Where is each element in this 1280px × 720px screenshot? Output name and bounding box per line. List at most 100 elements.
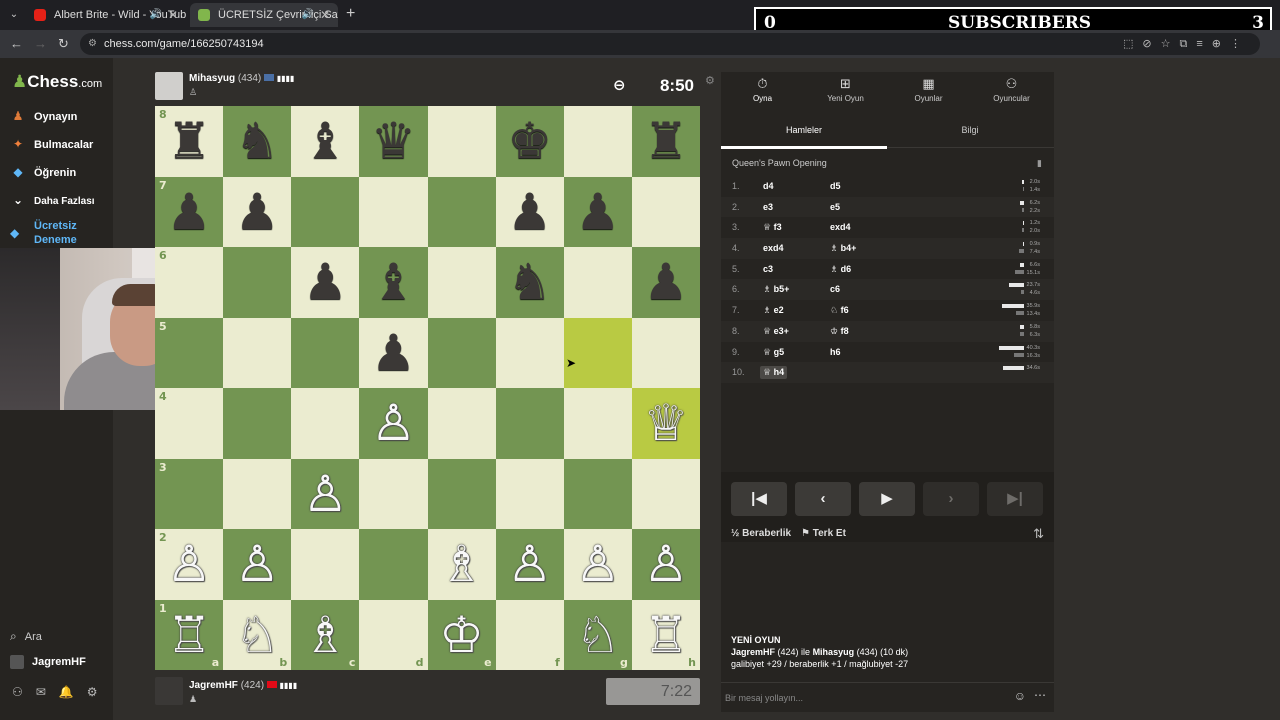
top-player-name[interactable]: Mihasyug (434) ▮▮▮▮ <box>189 73 294 84</box>
square-a4[interactable]: 4 <box>155 388 224 459</box>
square-f2[interactable]: ♙ <box>495 529 564 600</box>
square-f1[interactable]: f <box>495 599 564 670</box>
black-move[interactable]: c6 <box>830 284 840 294</box>
square-c4[interactable] <box>291 388 360 459</box>
square-d6[interactable]: ♝ <box>359 247 428 318</box>
audio-icon[interactable]: 🔊 <box>150 3 162 27</box>
settings-gear-icon[interactable]: ⚙ <box>705 74 715 87</box>
white-move[interactable]: exd4 <box>763 243 784 253</box>
square-d7[interactable] <box>359 176 428 247</box>
square-b4[interactable] <box>223 388 292 459</box>
square-a2[interactable]: 2 ♙ <box>155 529 224 600</box>
sidebar-bottom-icons[interactable]: ⚇✉🔔⚙ <box>12 685 111 699</box>
chess-piece[interactable]: ♖ <box>167 610 212 660</box>
back-icon[interactable]: ← <box>10 36 23 51</box>
square-h1[interactable]: h ♖ <box>631 599 700 670</box>
white-move[interactable]: ♗ b5+ <box>763 284 789 295</box>
chess-piece[interactable]: ♟ <box>303 257 348 307</box>
black-move[interactable]: h6 <box>830 347 841 357</box>
forward-icon[interactable]: → <box>34 36 47 51</box>
black-move[interactable]: ♗ d6 <box>830 264 851 275</box>
square-a7[interactable]: 7 ♟ <box>155 176 224 247</box>
last-move-button[interactable]: ▶| <box>987 482 1043 516</box>
square-c5[interactable] <box>291 317 360 388</box>
square-c8[interactable]: ♝ <box>291 106 360 177</box>
square-e1[interactable]: e ♔ <box>427 599 496 670</box>
square-f5[interactable] <box>495 317 564 388</box>
square-e4[interactable] <box>427 388 496 459</box>
square-a8[interactable]: 8 ♜ <box>155 106 224 177</box>
tab-play[interactable]: ⏱ Oyna <box>721 76 804 103</box>
white-move[interactable]: ♕ g5 <box>763 347 784 358</box>
square-d3[interactable] <box>359 458 428 529</box>
black-move[interactable]: ♘ f6 <box>830 305 849 316</box>
square-c7[interactable] <box>291 176 360 247</box>
previous-move-button[interactable]: ‹ <box>795 482 851 516</box>
square-e2[interactable]: ♗ <box>427 529 496 600</box>
free-trial-link[interactable]: Ücretsiz Deneme <box>34 219 77 247</box>
tab-players[interactable]: ⚇ Oyuncular <box>970 76 1053 103</box>
new-tab-plus-icon[interactable]: + <box>346 5 355 23</box>
book-icon[interactable]: ▮ <box>1037 158 1042 169</box>
audio-icon[interactable]: 🔊 <box>302 3 314 27</box>
square-h5[interactable] <box>631 317 700 388</box>
tab-list-chevron-icon[interactable]: ⌄ <box>6 7 22 23</box>
chess-board[interactable]: 8 ♜ ♞ ♝ ♛ ♚ ♜ 7 ♟ ♟ ♟ ♟ 6 ♟ ♝ ♞ ♟ 5 ♟ 4 ♙ ♕ 3 ♙ 2 ♙ ♙ ♗ ♙ ♙ ♙ 1 a ♖ b ♘ c ♗ d e… <box>155 106 700 670</box>
square-h4[interactable]: ♕ <box>631 388 700 459</box>
chess-piece[interactable]: ♟ <box>644 257 689 307</box>
close-tab-icon[interactable]: ✕ <box>168 3 178 27</box>
square-g8[interactable] <box>563 106 632 177</box>
square-f8[interactable]: ♚ <box>495 106 564 177</box>
square-e6[interactable] <box>427 247 496 318</box>
black-move[interactable]: exd4 <box>830 222 851 232</box>
chat-input[interactable] <box>725 689 995 707</box>
square-b6[interactable] <box>223 247 292 318</box>
black-move[interactable]: ♔ f8 <box>830 326 849 337</box>
white-move[interactable]: ♕ e3+ <box>763 326 789 337</box>
square-g6[interactable] <box>563 247 632 318</box>
draw-button[interactable]: ½ Beraberlik <box>731 528 791 539</box>
browser-tab-chess[interactable]: ÜCRETSİZ Çevrimiçi Satranç 🔊 ✕ <box>190 3 338 27</box>
chess-piece[interactable]: ♝ <box>371 257 416 307</box>
chess-piece[interactable]: ♘ <box>235 610 280 660</box>
square-a5[interactable]: 5 <box>155 317 224 388</box>
square-h6[interactable]: ♟ <box>631 247 700 318</box>
chess-piece[interactable]: ♟ <box>507 187 552 237</box>
square-h2[interactable]: ♙ <box>631 529 700 600</box>
chess-piece[interactable]: ♗ <box>439 539 484 589</box>
square-b8[interactable]: ♞ <box>223 106 292 177</box>
square-b1[interactable]: b ♘ <box>223 599 292 670</box>
square-c1[interactable]: c ♗ <box>291 599 360 670</box>
square-e8[interactable] <box>427 106 496 177</box>
white-move[interactable]: c3 <box>763 264 773 274</box>
square-f7[interactable]: ♟ <box>495 176 564 247</box>
url-field[interactable]: ⚙ chess.com/game/166250743194 ⬚⊘☆⧉≡⊕⋮ <box>80 33 1260 55</box>
sidebar-item-learn[interactable]: ◆ Öğrenin <box>10 165 76 179</box>
close-tab-icon[interactable]: ✕ <box>320 3 330 27</box>
tab-new-game[interactable]: ⊞ Yeni Oyun <box>804 76 887 103</box>
square-c2[interactable] <box>291 529 360 600</box>
square-d1[interactable]: d <box>359 599 428 670</box>
tab-moves[interactable]: Hamleler <box>721 125 887 135</box>
square-b3[interactable] <box>223 458 292 529</box>
square-b2[interactable]: ♙ <box>223 529 292 600</box>
square-d4[interactable]: ♙ <box>359 388 428 459</box>
white-move[interactable]: ♕ f3 <box>763 222 782 233</box>
square-h7[interactable] <box>631 176 700 247</box>
square-g5[interactable] <box>563 317 632 388</box>
chess-piece[interactable]: ♙ <box>644 539 689 589</box>
square-d2[interactable] <box>359 529 428 600</box>
next-move-button[interactable]: › <box>923 482 979 516</box>
chess-piece[interactable]: ♙ <box>371 398 416 448</box>
emoji-icon[interactable]: ☺ <box>1014 689 1026 703</box>
chess-piece[interactable]: ♛ <box>371 116 416 166</box>
white-move[interactable]: d4 <box>763 181 774 191</box>
square-g2[interactable]: ♙ <box>563 529 632 600</box>
chess-piece[interactable]: ♟ <box>167 187 212 237</box>
chess-piece[interactable]: ♝ <box>303 116 348 166</box>
chess-piece[interactable]: ♙ <box>507 539 552 589</box>
square-d5[interactable]: ♟ <box>359 317 428 388</box>
black-move[interactable]: ♗ b4+ <box>830 243 856 254</box>
tab-info[interactable]: Bilgi <box>887 125 1053 135</box>
play-button[interactable]: ▶ <box>859 482 915 516</box>
